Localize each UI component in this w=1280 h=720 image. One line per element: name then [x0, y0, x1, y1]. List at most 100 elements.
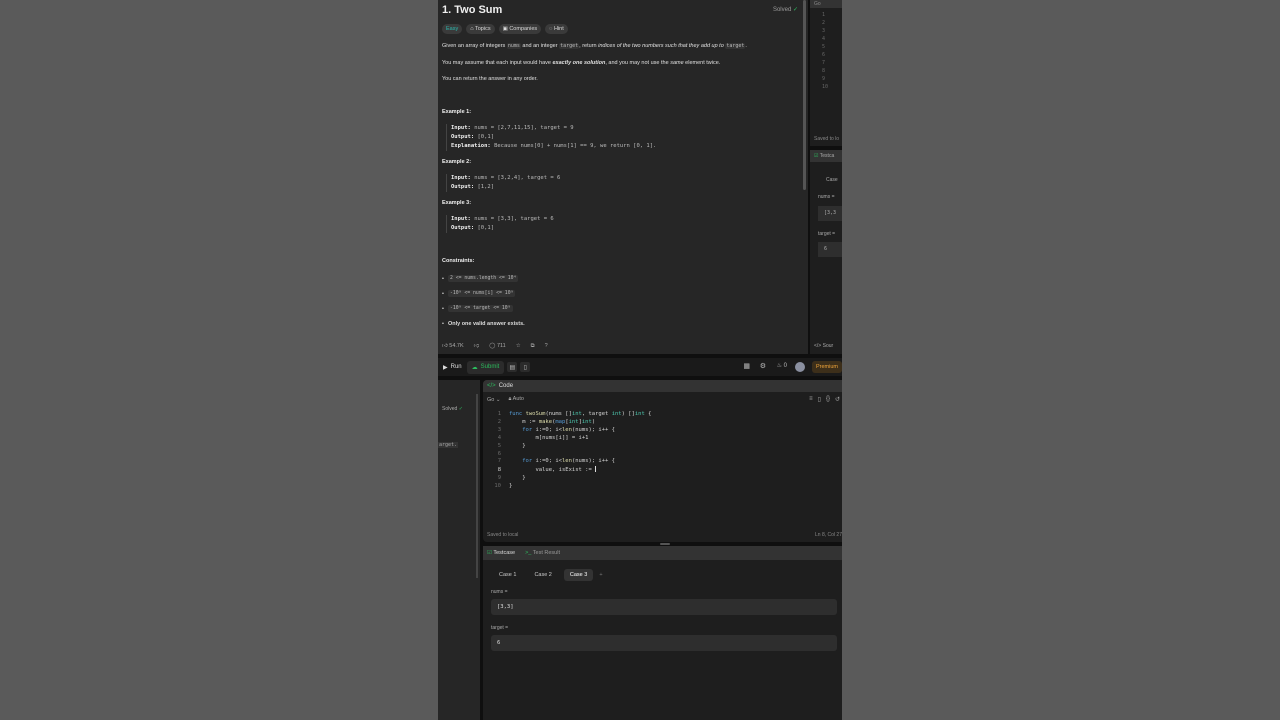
streak-counter[interactable]: ♨ 0: [777, 362, 787, 369]
constraint-item: • Only one valid answer exists.: [442, 320, 525, 327]
format-icon[interactable]: ≡: [809, 396, 813, 403]
language-select[interactable]: Go ⌄: [487, 397, 500, 403]
braces-icon[interactable]: {}: [826, 396, 830, 403]
input-label: Input:: [451, 125, 471, 131]
help-button[interactable]: ?: [545, 343, 548, 349]
constraint-code: -10⁹ <= target <= 10⁹: [447, 305, 513, 312]
code-tab-label: Code: [498, 383, 514, 389]
case-tabs: Case 1 Case 2 Case 3 +: [493, 569, 603, 581]
case-preview[interactable]: Case: [826, 177, 838, 183]
run-button[interactable]: ▶ Run: [438, 361, 467, 374]
test-result-tab[interactable]: >_ Test Result: [525, 550, 560, 556]
favorite-button[interactable]: ☆: [516, 343, 521, 349]
example-explanation: Because nums[0] + nums[1] == 9, we retur…: [494, 143, 657, 149]
bookmark-icon[interactable]: ▯: [520, 362, 531, 372]
code-line: 5 }: [497, 442, 526, 449]
text: element twice.: [683, 60, 721, 66]
share-icon: ⧉: [530, 342, 535, 349]
comments-button[interactable]: ◯ 711: [489, 343, 505, 349]
streak-count: 0: [783, 363, 787, 369]
example-3-title: Example 3:: [442, 200, 472, 206]
testcase-tab-label: Testca: [819, 153, 835, 159]
inline-code: target: [725, 43, 746, 49]
language-label: Go: [487, 396, 495, 403]
avatar[interactable]: [795, 362, 805, 372]
target-preview-value[interactable]: 6: [818, 242, 842, 257]
vertical-resize-handle[interactable]: [476, 394, 478, 578]
editor-subbar: Go ⌄ 🔒︎ Auto: [483, 394, 842, 405]
testcase-tab[interactable]: ☑ Testcase: [487, 550, 515, 556]
auto-mode[interactable]: 🔒︎ Auto: [508, 396, 524, 403]
comment-count: 711: [496, 343, 506, 349]
comment-icon: ◯: [489, 343, 497, 349]
text: , return: [579, 43, 599, 49]
code-line: 1 func twoSum(nums []int, target int) []i…: [497, 411, 652, 417]
reset-icon[interactable]: ↺: [835, 396, 840, 403]
explanation-label: Explanation:: [451, 143, 491, 149]
layout-icon[interactable]: ▦: [743, 362, 750, 370]
case-3-tab[interactable]: Case 3: [563, 569, 594, 581]
share-button[interactable]: ⧉: [531, 343, 535, 350]
example-output: [0,1]: [477, 225, 495, 231]
nums-preview-label: nums =: [818, 194, 835, 200]
description-scrollbar[interactable]: [803, 0, 806, 190]
testcase-preview-tab[interactable]: ☑ Testca: [810, 150, 842, 162]
code-line: 9 }: [497, 474, 526, 481]
text: Given an array of integers: [442, 43, 507, 49]
horizontal-resize-handle[interactable]: [660, 543, 670, 545]
check-circle-icon: ✓: [458, 406, 463, 412]
code-line: 3 for i:=0; i<len(nums); i++ {: [497, 426, 615, 433]
case-2-tab[interactable]: Case 2: [528, 569, 557, 581]
code-lines[interactable]: 1 func twoSum(nums []int, target int) []i…: [487, 411, 651, 491]
solved-status: Solved ✓: [773, 6, 798, 13]
testcase-preview-panel: ☑ Testca Case nums = [3,3 target = 6 </>…: [810, 150, 842, 354]
input-label: Input:: [451, 175, 471, 181]
code-tab[interactable]: </> Code: [483, 380, 842, 392]
code-line: 8 value, isExist :=: [497, 466, 597, 473]
nums-preview-value[interactable]: [3,3: [818, 206, 842, 221]
nums-input[interactable]: [3,3]: [491, 599, 837, 615]
premium-button[interactable]: Premium: [811, 361, 842, 373]
settings-gear-icon[interactable]: ⚙: [760, 362, 766, 370]
cursor-position: Ln 8, Col 27: [815, 532, 842, 538]
dislike-button[interactable]: 👎︎: [474, 343, 480, 349]
code-icon: </>: [487, 383, 496, 389]
inline-code: target: [559, 43, 580, 49]
constraint-item: • -10⁹ <= target <= 10⁹: [442, 305, 513, 312]
example-3-block: Input: nums = [3,3], target = 6 Output: …: [446, 215, 554, 233]
testcase-header: ☑ Testcase >_ Test Result: [483, 546, 842, 560]
like-count: 54.7K: [449, 343, 464, 349]
hint-tag[interactable]: ◌ Hint: [545, 24, 568, 34]
description-paragraph-2: You may assume that each input would hav…: [442, 59, 802, 67]
description-paragraph-3: You can return the answer in any order.: [442, 76, 538, 82]
companies-tag[interactable]: ▣ Companies: [498, 24, 542, 34]
constraint-text: Only one valid answer exists.: [447, 320, 525, 327]
submit-button[interactable]: ☁ Submit: [466, 360, 505, 374]
bookmark-icon[interactable]: ▯: [818, 396, 821, 403]
description-paragraph-1: Given an array of integers nums and an i…: [442, 42, 802, 50]
constraint-item: • 2 <= nums.length <= 10⁴: [442, 275, 519, 282]
target-input[interactable]: 6: [491, 635, 837, 651]
check-circle-icon: ✓: [792, 7, 798, 13]
play-icon: ▶: [443, 364, 448, 371]
case-1-tab[interactable]: Case 1: [493, 569, 522, 581]
text-cursor: [595, 466, 597, 473]
topics-tag[interactable]: ⌂ Topics: [466, 24, 495, 34]
target-preview-label: target =: [818, 231, 836, 237]
companies-label: Companies: [509, 26, 538, 32]
lang-selector[interactable]: Go: [810, 0, 842, 8]
like-button[interactable]: 👍︎ 54.7K: [442, 343, 464, 349]
code-line: 2 m := make(map[int]int): [497, 418, 596, 425]
constraint-code: 2 <= nums.length <= 10⁴: [447, 275, 519, 282]
notes-icon[interactable]: ▤: [507, 362, 518, 372]
add-case-icon[interactable]: +: [599, 569, 602, 581]
solved-status-collapsed: Solved ✓: [442, 406, 463, 412]
target-label: target =: [491, 625, 509, 631]
code-editor-panel: </> Code Go ⌄ 🔒︎ Auto ≡ ▯ {} ↺ 1 func twoS…: [483, 380, 842, 542]
solved-label: Solved: [442, 406, 458, 412]
code-line: 7 for i:=0; i<len(nums); i++ {: [497, 458, 615, 465]
source-link[interactable]: </> Sour: [814, 343, 833, 349]
text: and an integer: [520, 43, 560, 49]
description-footer: 👍︎ 54.7K 👎︎ ◯ 711 ☆ ⧉ ?: [438, 338, 808, 354]
example-1-block: Input: nums = [2,7,11,15], target = 9 Ou…: [446, 124, 656, 151]
